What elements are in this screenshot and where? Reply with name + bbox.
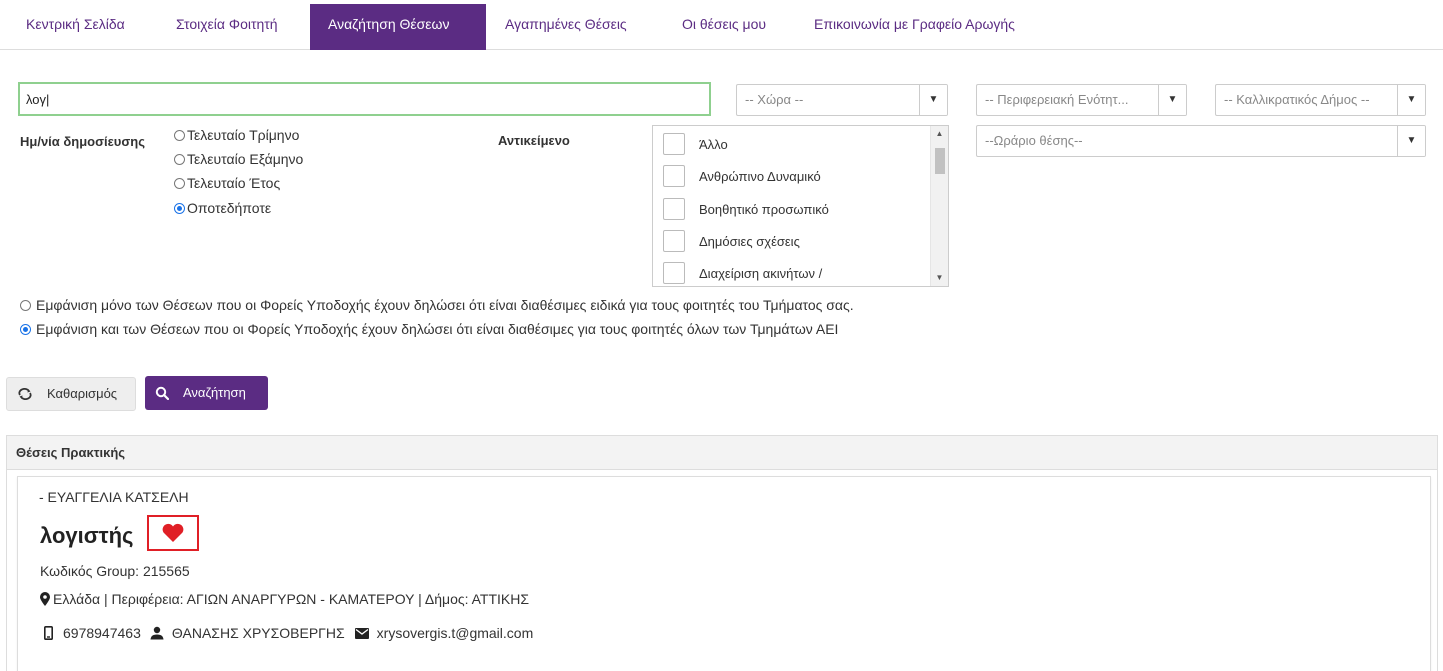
checkbox-label: Βοηθητικό προσωπικό [699,201,829,217]
subject-label: Αντικείμενο [498,133,570,148]
chevron-down-icon: ▼ [919,85,947,115]
heart-icon [162,523,184,542]
checkbox[interactable] [663,133,685,155]
publication-date-label: Ημ/νία δημοσίευσης [20,134,145,149]
visibility-option-all-departments[interactable]: Εμφάνιση και των Θέσεων που οι Φορείς Υπ… [20,321,838,337]
pubdate-option-year[interactable]: Τελευταίο Έτος [174,175,280,191]
map-marker-icon [40,592,50,606]
clear-button[interactable]: Καθαρισμός [6,377,136,411]
checkbox-label: Άλλο [699,136,728,152]
subject-option-other[interactable]: Άλλο [663,131,728,157]
tab-student-info[interactable]: Στοιχεία Φοιτητή [158,4,296,50]
search-icon [155,386,169,400]
radio-button[interactable] [20,299,31,311]
subject-option-property-management[interactable]: Διαχείριση ακινήτων / [663,260,822,286]
checkbox-label: Δημόσιες σχέσεις [699,233,800,249]
contact-person: ΘΑΝΑΣΗΣ ΧΡΥΣΟΒΕΡΓΗΣ [171,625,345,641]
tab-helpdesk-contact[interactable]: Επικοινωνία με Γραφείο Αρωγής [796,4,1033,50]
country-select[interactable]: -- Χώρα -- ▼ [736,84,948,116]
checkbox[interactable] [663,198,685,220]
pubdate-option-quarter[interactable]: Τελευταίο Τρίμηνο [174,127,299,143]
chevron-down-icon: ▼ [1158,85,1186,115]
radio-button-selected[interactable] [20,323,31,335]
scrollbar[interactable]: ▲ ▼ [930,126,948,286]
contact-info: 6978947463 ΘΑΝΑΣΗΣ ΧΡΥΣΟΒΕΡΓΗΣ xrysoverg… [44,625,533,641]
provider-name: - ΕΥΑΓΓΕΛΙΑ ΚΑΤΣΕΛΗ [39,489,189,505]
checkbox-label: Διαχείριση ακινήτων / [699,265,823,281]
checkbox[interactable] [663,262,685,284]
scroll-down-arrow-icon[interactable]: ▼ [931,270,948,286]
tab-favorite-positions[interactable]: Αγαπημένες Θέσεις [487,4,645,50]
country-select-value: -- Χώρα -- [745,92,804,107]
subject-option-hr[interactable]: Ανθρώπινο Δυναμικό [663,163,821,189]
mobile-phone-icon [44,626,53,640]
schedule-select[interactable]: --Ωράριο θέσης-- ▼ [976,125,1426,157]
results-panel: Θέσεις Πρακτικής - ΕΥΑΓΓΕΛΙΑ ΚΑΤΣΕΛΗ λογ… [6,435,1438,671]
region-select-value: -- Περιφερειακή Ενότητ... [985,92,1129,107]
pubdate-option-any[interactable]: Οποτεδήποτε [174,200,271,216]
checkbox[interactable] [663,230,685,252]
search-button-label: Αναζήτηση [183,385,246,400]
results-panel-title: Θέσεις Πρακτικής [7,436,1437,470]
radio-label: Οποτεδήποτε [187,200,272,216]
location-info: Ελλάδα | Περιφέρεια: ΑΓΙΩΝ ΑΝΑΡΓΥΡΩΝ - Κ… [40,591,529,607]
location-text: Ελλάδα | Περιφέρεια: ΑΓΙΩΝ ΑΝΑΡΓΥΡΩΝ - Κ… [53,591,530,607]
favorite-button[interactable] [147,515,199,551]
subject-checkbox-list[interactable]: Άλλο Ανθρώπινο Δυναμικό Βοηθητικό προσωπ… [652,125,949,287]
checkbox[interactable] [663,165,685,187]
refresh-icon [18,388,32,400]
tab-home[interactable]: Κεντρική Σελίδα [8,4,143,50]
keyword-search-input[interactable] [18,82,711,116]
chevron-down-icon: ▼ [1397,126,1425,156]
radio-label: Τελευταίο Τρίμηνο [187,127,300,143]
radio-button[interactable] [174,177,185,189]
group-code: Κωδικός Group: 215565 [40,563,190,579]
visibility-option-department-only[interactable]: Εμφάνιση μόνο των Θέσεων που οι Φορείς Υ… [20,297,854,313]
search-button[interactable]: Αναζήτηση [145,376,268,410]
municipality-select[interactable]: -- Καλλικρατικός Δήμος -- ▼ [1215,84,1426,116]
pubdate-option-semester[interactable]: Τελευταίο Εξάμηνο [174,151,303,167]
envelope-icon [354,627,369,639]
position-title[interactable]: λογιστής [40,523,134,549]
main-nav: Κεντρική Σελίδα Στοιχεία Φοιτητή Αναζήτη… [0,0,1443,50]
subject-option-support-staff[interactable]: Βοηθητικό προσωπικό [663,196,829,222]
radio-button[interactable] [174,153,185,165]
phone-number: 6978947463 [63,625,141,641]
radio-label: Εμφάνιση μόνο των Θέσεων που οι Φορείς Υ… [36,297,854,313]
scroll-up-arrow-icon[interactable]: ▲ [931,126,948,142]
scroll-thumb[interactable] [935,148,945,174]
tab-my-positions[interactable]: Οι θέσεις μου [664,4,784,50]
radio-label: Τελευταίο Εξάμηνο [187,151,304,167]
tab-search-positions[interactable]: Αναζήτηση Θέσεων [310,4,486,50]
contact-email[interactable]: xrysovergis.t@gmail.com [377,625,534,641]
radio-label: Τελευταίο Έτος [187,175,281,191]
radio-button[interactable] [174,129,185,141]
checkbox-label: Ανθρώπινο Δυναμικό [699,168,821,184]
user-icon [150,626,164,640]
region-select[interactable]: -- Περιφερειακή Ενότητ... ▼ [976,84,1187,116]
radio-label: Εμφάνιση και των Θέσεων που οι Φορείς Υπ… [36,321,839,337]
chevron-down-icon: ▼ [1397,85,1425,115]
municipality-select-value: -- Καλλικρατικός Δήμος -- [1224,92,1370,107]
position-card: - ΕΥΑΓΓΕΛΙΑ ΚΑΤΣΕΛΗ λογιστής Κωδικός Gro… [17,476,1431,671]
subject-option-public-relations[interactable]: Δημόσιες σχέσεις [663,228,800,254]
clear-button-label: Καθαρισμός [47,386,118,401]
radio-button-selected[interactable] [174,202,185,214]
schedule-select-value: --Ωράριο θέσης-- [985,133,1083,148]
